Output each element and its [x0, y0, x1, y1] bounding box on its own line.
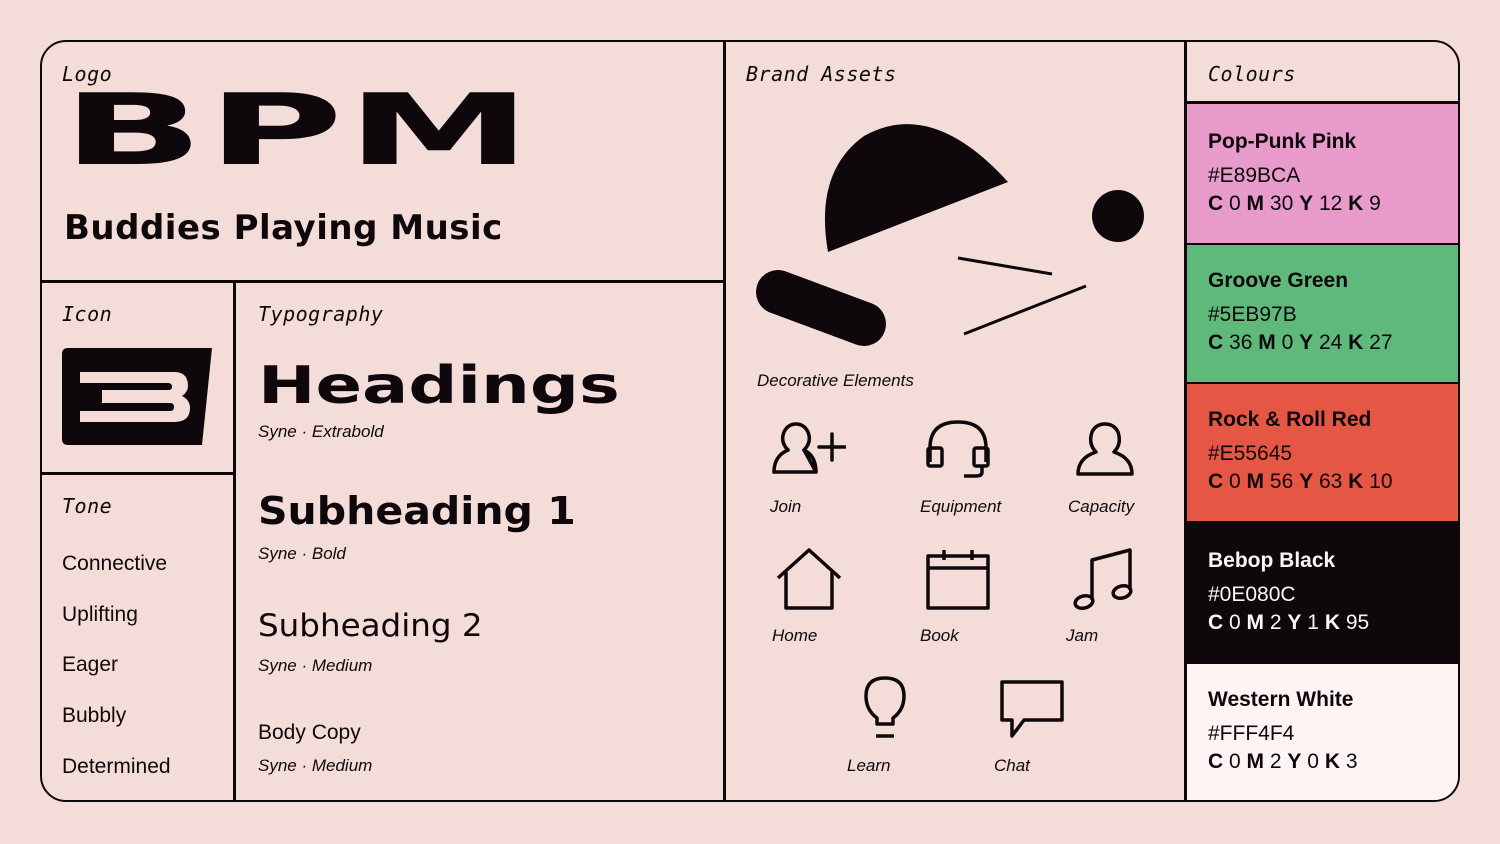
divider — [723, 42, 726, 800]
swatch-name: Bebop Black — [1208, 549, 1336, 572]
brand-assets-label: Brand Assets — [746, 62, 897, 86]
colours-label: Colours — [1208, 62, 1296, 86]
tone-item: Bubbly — [62, 704, 127, 727]
typography-sample-headings: Headings — [258, 356, 620, 416]
icon-label-jam: Jam — [1066, 626, 1099, 645]
home-icon — [776, 548, 842, 610]
icon-label-home: Home — [772, 626, 818, 645]
swatch-hex: #FFF4F4 — [1208, 722, 1295, 745]
swatch-cmyk: C 0 M 2 Y 1 K 95 — [1208, 611, 1370, 634]
icon-label-capacity: Capacity — [1068, 497, 1135, 516]
pill-shape — [756, 270, 886, 346]
swatch-name: Rock & Roll Red — [1208, 408, 1372, 431]
swatch-hex: #E89BCA — [1208, 164, 1301, 187]
colour-swatch: Groove Green #5EB97B C 36 M 0 Y 24 K 27 — [1187, 245, 1458, 382]
typography-sample-body: Body Copy — [258, 721, 361, 744]
brand-board: Logo BPM Buddies Playing Music Icon Tone… — [40, 40, 1460, 802]
swatch-name: Groove Green — [1208, 269, 1349, 292]
colour-swatch: Bebop Black #0E080C C 0 M 2 Y 1 K 95 — [1187, 523, 1458, 662]
headphones-icon — [926, 420, 990, 478]
typography-caption: Syne · Extrabold — [258, 422, 384, 441]
lightbulb-icon — [864, 676, 906, 738]
typography-label: Typography — [258, 302, 384, 326]
swatch-cmyk: C 0 M 30 Y 12 K 9 — [1208, 192, 1381, 215]
tone-item: Determined — [62, 755, 171, 778]
colour-swatch: Rock & Roll Red #E55645 C 0 M 56 Y 63 K … — [1187, 384, 1458, 521]
typography-sample-subheading-2: Subheading 2 — [258, 608, 483, 644]
swatch-name: Western White — [1208, 688, 1354, 711]
decorative-elements — [756, 124, 1144, 346]
icon-label-learn: Learn — [847, 756, 891, 775]
typography-caption: Syne · Medium — [258, 756, 373, 775]
user-icon — [1076, 422, 1134, 476]
swatch-cmyk: C 36 M 0 Y 24 K 27 — [1208, 331, 1393, 354]
divider — [42, 280, 725, 283]
colour-swatch: Pop-Punk Pink #E89BCA C 0 M 30 Y 12 K 9 — [1187, 104, 1458, 243]
tone-item: Connective — [62, 552, 168, 575]
swatch-hex: #0E080C — [1208, 583, 1296, 606]
logo-wordmark: BPM — [62, 73, 535, 188]
tone-item: Uplifting — [62, 603, 138, 626]
divider — [42, 472, 235, 475]
dot-shape — [1092, 190, 1144, 242]
swatch-hex: #E55645 — [1208, 442, 1293, 465]
divider — [233, 282, 236, 800]
music-note-icon — [1073, 548, 1133, 610]
calendar-icon — [926, 550, 990, 610]
tone-label: Tone — [62, 494, 113, 518]
swatch-hex: #5EB97B — [1208, 303, 1297, 326]
tone-item: Eager — [62, 653, 119, 676]
line-shape — [957, 256, 1053, 276]
icon-label-equipment: Equipment — [920, 497, 1002, 516]
typography-caption: Syne · Bold — [258, 544, 346, 563]
colour-swatch: Western White #FFF4F4 C 0 M 2 Y 0 K 3 — [1187, 664, 1458, 800]
swatch-name: Pop-Punk Pink — [1208, 130, 1357, 153]
icon-label: Icon — [62, 302, 113, 326]
typography-caption: Syne · Medium — [258, 656, 373, 675]
swatch-cmyk: C 0 M 56 Y 63 K 10 — [1208, 470, 1393, 493]
typography-sample-subheading-1: Subheading 1 — [258, 489, 576, 533]
logo-tagline: Buddies Playing Music — [64, 208, 503, 248]
icon-label-chat: Chat — [994, 756, 1030, 775]
icon-label-book: Book — [920, 626, 959, 645]
half-circle-shape — [824, 124, 1008, 252]
brand-b-icon — [62, 348, 212, 445]
line-shape — [963, 284, 1087, 336]
chat-bubble-icon — [1000, 680, 1064, 738]
add-user-icon — [772, 422, 846, 474]
swatch-cmyk: C 0 M 2 Y 0 K 3 — [1208, 750, 1358, 773]
decorative-caption: Decorative Elements — [757, 371, 914, 390]
icon-label-join: Join — [770, 497, 802, 516]
